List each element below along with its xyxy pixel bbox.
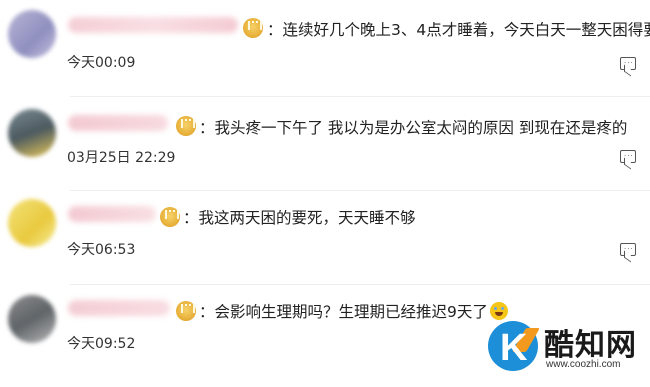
avatar[interactable]	[8, 10, 56, 58]
comment-text: ：连续好几个晚上3、4点才睡着，今天白天一整天困得要死	[267, 21, 650, 39]
vip-badge-icon	[160, 207, 180, 227]
vip-badge-icon	[176, 301, 196, 321]
comment-item: ：连续好几个晚上3、4点才睡着，今天白天一整天困得要死 今天00:09 ···	[0, 0, 650, 96]
avatar[interactable]	[8, 295, 56, 343]
comment-text-content: ：会影响生理期吗？生理期已经推迟9天了	[199, 303, 488, 321]
comment-item: ：我这两天困的要死，天天睡不够 今天06:53 ···	[0, 191, 650, 284]
coozhi-logo-icon: K	[488, 321, 540, 371]
vip-badge-icon	[243, 18, 263, 38]
comment-time: 今天06:53	[67, 242, 136, 258]
reply-icon[interactable]: ···	[620, 57, 636, 70]
username-blurred[interactable]	[68, 17, 238, 33]
avatar[interactable]	[8, 199, 56, 247]
username-blurred[interactable]	[68, 300, 170, 316]
watermark-name: 酷知网	[544, 328, 637, 363]
reply-icon[interactable]: ···	[620, 243, 636, 256]
comment-time: 今天00:09	[67, 55, 136, 71]
vip-badge-icon	[176, 116, 196, 136]
comment-text: ：我这两天困的要死，天天睡不够	[183, 209, 416, 227]
username-blurred[interactable]	[68, 206, 156, 222]
comment-time: 03月25日 22:29	[67, 150, 176, 166]
reply-icon[interactable]: ···	[620, 150, 636, 163]
username-blurred[interactable]	[68, 115, 168, 131]
comment-text: ：会影响生理期吗？生理期已经推迟9天了	[199, 300, 508, 322]
avatar[interactable]	[8, 109, 56, 157]
comment-item: ：我头疼一下午了 我以为是办公室太闷的原因 到现在还是疼的 03月25日 22:…	[0, 97, 650, 190]
comment-time: 今天09:52	[67, 336, 136, 352]
coozhi-watermark-logo: K 酷知网 www.coozhi.com	[488, 318, 650, 387]
comment-text: ：我头疼一下午了 我以为是办公室太闷的原因 到现在还是疼的	[199, 119, 628, 137]
watermark-url: www.coozhi.com	[546, 359, 621, 370]
